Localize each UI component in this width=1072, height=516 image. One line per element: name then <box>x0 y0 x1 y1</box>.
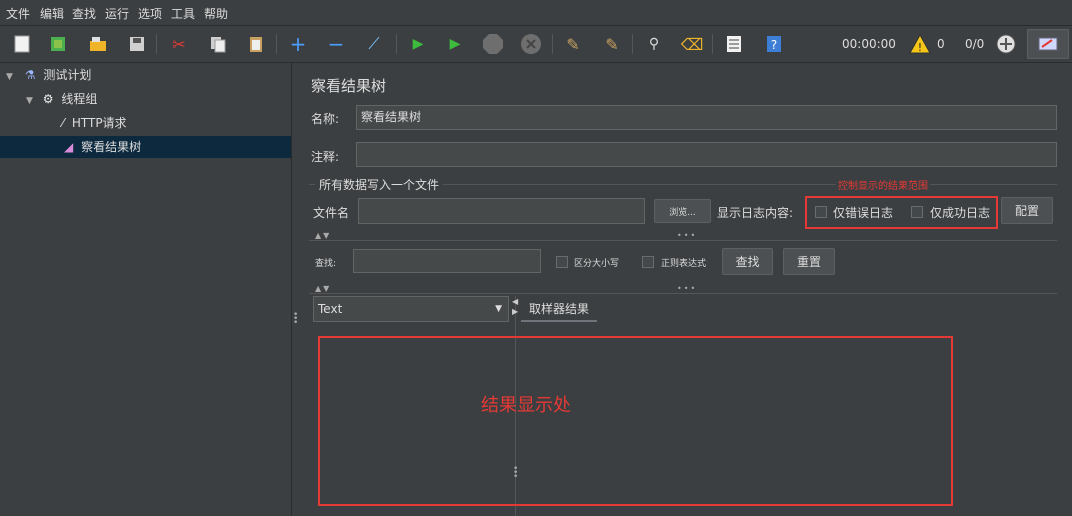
find-button[interactable]: 查找 <box>722 248 773 275</box>
flask-icon: ⚗ <box>24 68 36 82</box>
toolbar-separator <box>156 34 157 54</box>
elapsed-timer: 00:00:00 <box>842 37 896 51</box>
tab-label: 取样器结果 <box>529 302 590 316</box>
filename-field[interactable] <box>358 198 645 224</box>
toolbar-separator <box>712 34 713 54</box>
renderer-select[interactable]: Text ▼ <box>313 296 509 322</box>
drag-dots-icon[interactable]: ••• <box>677 231 697 240</box>
menu-file[interactable]: 文件 <box>6 5 30 22</box>
log-viewer-button[interactable] <box>1027 29 1069 59</box>
cut-icon[interactable]: ✂ <box>167 32 191 56</box>
shutdown-icon[interactable] <box>519 32 543 56</box>
new-icon[interactable] <box>10 32 34 56</box>
toolbar-separator <box>276 34 277 54</box>
divider-line <box>309 240 1057 241</box>
thread-ratio: 0/0 <box>965 37 985 51</box>
warning-count: 0 <box>937 37 945 51</box>
browse-button[interactable]: 浏览... <box>654 199 711 223</box>
name-label: 名称: <box>311 112 340 126</box>
configure-button[interactable]: 配置 <box>1001 197 1053 224</box>
tree-item-view-results-tree[interactable]: ◢ 察看结果树 <box>0 136 291 158</box>
regex-label: 正则表达式 <box>661 259 707 269</box>
search-binoculars-icon[interactable]: ⚲ <box>642 32 666 56</box>
file-section-title: 所有数据写入一个文件 <box>315 176 444 193</box>
tab-sampler-result[interactable]: 取样器结果 <box>521 296 597 322</box>
chevron-down-icon[interactable]: ▼ <box>495 297 502 321</box>
tree-item-http-request[interactable]: ⁄ HTTP请求 <box>62 112 286 134</box>
tree-item-thread-group[interactable]: ▼ ⚙ 线程组 <box>26 88 286 110</box>
reset-search-broom-icon[interactable]: ⌫ <box>680 32 704 56</box>
collapse-arrows-icon[interactable]: ▲▼ <box>315 231 331 240</box>
toolbar: ✂ + − ⟋ ▶ ▶ ✎ ✎ ⚲ ⌫ ? 00:00:00 ! 0 0/0 <box>0 26 1072 63</box>
name-field[interactable]: 察看结果树 <box>356 105 1057 130</box>
search-input[interactable] <box>353 249 541 273</box>
start-no-pause-icon[interactable]: ▶ <box>443 32 467 56</box>
comment-field[interactable] <box>356 142 1057 167</box>
annotation-range-label: 控制显示的结果范围 <box>836 177 930 192</box>
chart-icon: ◢ <box>64 140 74 154</box>
clear-all-icon[interactable]: ✎ <box>600 32 624 56</box>
save-icon[interactable] <box>125 32 149 56</box>
start-icon[interactable]: ▶ <box>406 32 430 56</box>
remote-icon[interactable] <box>994 32 1018 56</box>
menu-search[interactable]: 查找 <box>72 5 96 22</box>
regex-checkbox[interactable] <box>642 256 654 268</box>
case-sensitive-checkbox[interactable] <box>556 256 568 268</box>
tree-item-label: 测试计划 <box>43 68 92 82</box>
tree-item-label: 察看结果树 <box>81 140 142 154</box>
collapse-arrows-icon[interactable]: ▲▼ <box>315 284 331 293</box>
collapse-all-icon[interactable]: − <box>324 32 348 56</box>
function-helper-icon[interactable] <box>722 32 746 56</box>
menu-help[interactable]: 帮助 <box>204 5 228 22</box>
filename-label: 文件名 <box>313 206 350 220</box>
success-only-label: 仅成功日志 <box>930 206 991 220</box>
copy-icon[interactable] <box>206 32 230 56</box>
drag-handle-icon[interactable]: • • • <box>293 311 298 328</box>
toolbar-separator <box>396 34 397 54</box>
search-label: 查找: <box>315 259 337 269</box>
split-pane-divider[interactable]: • • • <box>292 63 300 516</box>
collapse-arrows-icon[interactable]: ◀ ▶ <box>512 297 518 317</box>
open-icon[interactable] <box>86 32 110 56</box>
view-results-tree-panel: 察看结果树 名称: 察看结果树 注释: 所有数据写入一个文件 控制显示的结果范围… <box>301 63 1072 516</box>
reset-button[interactable]: 重置 <box>783 248 835 275</box>
paste-icon[interactable] <box>244 32 268 56</box>
result-area-annotation-box <box>318 336 953 506</box>
annotation-result-label: 结果显示处 <box>481 395 571 416</box>
log-content-label: 显示日志内容: <box>717 206 794 220</box>
menu-run[interactable]: 运行 <box>105 5 129 22</box>
errors-only-label: 仅错误日志 <box>833 206 894 220</box>
expand-all-icon[interactable]: + <box>286 32 310 56</box>
svg-text:!: ! <box>918 41 922 54</box>
templates-icon[interactable] <box>46 32 70 56</box>
errors-only-checkbox[interactable] <box>815 206 827 218</box>
svg-text:?: ? <box>771 38 777 52</box>
expand-toggle-icon[interactable]: ▼ <box>26 96 33 106</box>
menu-edit[interactable]: 编辑 <box>40 5 64 22</box>
stop-icon[interactable] <box>481 32 505 56</box>
pipette-icon: ⁄ <box>62 116 65 130</box>
expand-toggle-icon[interactable]: ▼ <box>6 72 13 82</box>
success-only-checkbox[interactable] <box>911 206 923 218</box>
divider-line <box>309 293 1057 294</box>
panel-title: 察看结果树 <box>311 77 387 95</box>
tree-item-test-plan[interactable]: ▼ ⚗ 测试计划 <box>6 64 286 86</box>
menu-bar: 文件 编辑 查找 运行 选项 工具 帮助 <box>0 0 1072 26</box>
clear-icon[interactable]: ✎ <box>561 32 585 56</box>
help-icon[interactable]: ? <box>762 32 786 56</box>
comment-label: 注释: <box>311 150 340 164</box>
gear-icon: ⚙ <box>42 92 54 106</box>
case-sensitive-label: 区分大小写 <box>574 259 620 269</box>
drag-dots-icon[interactable]: ••• <box>677 284 697 293</box>
renderer-select-value: Text <box>318 302 343 316</box>
menu-tools[interactable]: 工具 <box>171 5 195 22</box>
toolbar-separator <box>552 34 553 54</box>
test-plan-tree: ▼ ⚗ 测试计划 ▼ ⚙ 线程组 ⁄ HTTP请求 ◢ 察看结果树 <box>0 63 292 516</box>
toggle-icon[interactable]: ⟋ <box>362 32 386 56</box>
warning-icon[interactable]: ! <box>908 32 932 56</box>
toolbar-separator <box>632 34 633 54</box>
menu-options[interactable]: 选项 <box>138 5 162 22</box>
tree-item-label: 线程组 <box>61 92 98 106</box>
tree-item-label: HTTP请求 <box>71 116 127 130</box>
